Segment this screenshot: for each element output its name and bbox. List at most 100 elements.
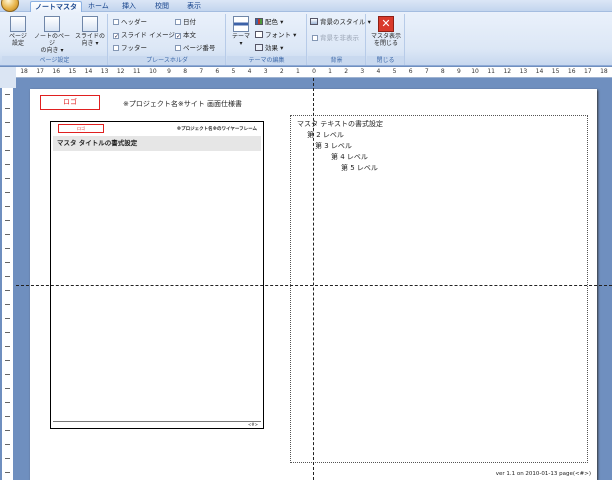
body-checkbox[interactable]: ✓ 本文 bbox=[175, 31, 196, 40]
tab-insert[interactable]: 挿入 bbox=[118, 1, 140, 12]
ruler-corner bbox=[0, 67, 16, 88]
footer-checkbox-label: フッター bbox=[121, 44, 147, 52]
vertical-guide[interactable] bbox=[313, 78, 314, 480]
logo-placeholder[interactable]: ロゴ bbox=[40, 95, 100, 110]
ruler-tick bbox=[5, 444, 10, 445]
ruler-tick-label: 18 bbox=[600, 68, 608, 75]
ruler-tick bbox=[5, 304, 10, 305]
ruler-tick bbox=[5, 220, 10, 221]
close-master-view-button[interactable]: ✕ マスタ表示 を閉じる bbox=[370, 16, 402, 47]
ruler-tick bbox=[5, 416, 10, 417]
slide-title: マスタ タイトルの書式設定 bbox=[53, 136, 261, 151]
page-setup-button[interactable]: ページ 設定 bbox=[4, 16, 32, 47]
ruler-tick-label: 15 bbox=[68, 68, 77, 75]
ruler-tick-label: 13 bbox=[519, 68, 528, 75]
ruler-tick-label: 4 bbox=[247, 68, 252, 75]
group-page-setup: ページ 設定 ノートのページ の向き ▾ スライドの 向き ▾ ページ設定 bbox=[2, 14, 108, 65]
ruler-tick-label: 15 bbox=[551, 68, 560, 75]
effects-button[interactable]: 効果 ▾ bbox=[255, 44, 283, 53]
body-checkbox-label: 本文 bbox=[183, 31, 196, 39]
checkbox-box bbox=[312, 35, 318, 41]
horizontal-guide[interactable] bbox=[16, 285, 612, 286]
ruler-tick-label: 17 bbox=[584, 68, 592, 75]
ruler-tick bbox=[5, 192, 10, 193]
slide-image-checkbox[interactable]: ✓ スライド イメージ bbox=[113, 31, 175, 40]
theme-icon bbox=[233, 16, 249, 32]
ruler-tick-label: 18 bbox=[20, 68, 28, 75]
ruler-tick bbox=[5, 276, 10, 277]
page-number-checkbox[interactable]: ページ番号 bbox=[175, 44, 215, 53]
notes-level-1: マスタ テキストの書式設定 bbox=[297, 120, 384, 128]
checkbox-box bbox=[175, 45, 181, 51]
slide-number: <#> bbox=[247, 422, 258, 427]
ruler-tick-label: 7 bbox=[199, 68, 204, 75]
date-checkbox[interactable]: 日付 bbox=[175, 18, 196, 27]
ruler-tick bbox=[5, 94, 10, 95]
group-placeholders: ヘッダー ✓ スライド イメージ フッター 日付 ✓ 本文 ページ番号 プレースホル… bbox=[109, 14, 226, 65]
close-master-label-1: マスタ表示 bbox=[370, 33, 401, 40]
checkbox-box: ✓ bbox=[175, 33, 182, 40]
ruler-tick-label: 11 bbox=[132, 68, 141, 75]
page-setup-icon bbox=[10, 16, 26, 32]
ruler-tick bbox=[5, 164, 10, 165]
ruler-tick bbox=[5, 374, 10, 375]
ruler-tick-label: 7 bbox=[424, 68, 429, 75]
group-label-background: 背景 bbox=[308, 56, 365, 65]
checkbox-box: ✓ bbox=[113, 33, 120, 40]
notes-body-placeholder[interactable]: マスタ テキストの書式設定 第 2 レベル 第 3 レベル 第 4 レベル 第 … bbox=[290, 115, 588, 463]
slide-image-placeholder[interactable]: ロゴ ※プロジェクト名※のワイヤーフレーム マスタ タイトルの書式設定 <#> bbox=[50, 121, 264, 429]
ruler-tick-label: 3 bbox=[263, 68, 268, 75]
ruler-tick bbox=[5, 332, 10, 333]
ruler-tick-label: 16 bbox=[52, 68, 61, 75]
checkbox-box bbox=[113, 45, 119, 51]
group-background: 背景のスタイル ▾ 背景を非表示 背景 bbox=[308, 14, 371, 65]
ruler-tick-label: 14 bbox=[84, 68, 93, 75]
ruler-tick-label: 17 bbox=[36, 68, 44, 75]
ribbon-tab-bar: ノートマスタ ホーム 挿入 校閲 表示 bbox=[0, 0, 612, 12]
footer-checkbox[interactable]: フッター bbox=[113, 44, 147, 53]
group-label-theme: テーマの編集 bbox=[227, 56, 306, 65]
page-footer[interactable]: ver 1.1 on 2010-01-13 page(<#>) bbox=[496, 471, 591, 477]
ruler-tick bbox=[5, 136, 10, 137]
colors-label: 配色 ▾ bbox=[265, 18, 284, 26]
hide-background-checkbox[interactable]: 背景を非表示 bbox=[312, 34, 359, 43]
header-checkbox[interactable]: ヘッダー bbox=[113, 18, 147, 27]
checkbox-box bbox=[113, 19, 119, 25]
project-title-placeholder[interactable]: ※プロジェクト名※サイト 画面仕様書 bbox=[123, 99, 242, 109]
theme-button-arrow: ▾ bbox=[239, 40, 243, 47]
group-close: ✕ マスタ表示 を閉じる 閉じる bbox=[367, 14, 405, 65]
ruler-tick bbox=[5, 150, 10, 151]
tab-review[interactable]: 校閲 bbox=[151, 1, 173, 12]
ruler-tick-label: 8 bbox=[183, 68, 188, 75]
theme-button[interactable]: テーマ ▾ bbox=[229, 16, 253, 47]
tab-home[interactable]: ホーム bbox=[84, 1, 113, 12]
ruler-tick-label: 12 bbox=[503, 68, 512, 75]
tab-view[interactable]: 表示 bbox=[183, 1, 205, 12]
ruler-tick-label: 16 bbox=[567, 68, 576, 75]
group-label-close: 閉じる bbox=[367, 56, 404, 65]
notes-orientation-label-1: ノートのページ bbox=[33, 33, 70, 47]
ruler-tick-label: 4 bbox=[376, 68, 381, 75]
page-setup-label-1: ページ bbox=[9, 33, 27, 40]
horizontal-ruler[interactable]: 18 17 16 15 14 13 12 11 10 9 8 7 6 5 4 3 2 1 0 1 2 3 4 5 6 7 8 9 10 1… bbox=[16, 67, 612, 78]
font-icon bbox=[255, 31, 263, 38]
vertical-ruler[interactable] bbox=[2, 88, 13, 480]
tab-notes-master[interactable]: ノートマスタ bbox=[30, 1, 82, 12]
slide-divider bbox=[53, 421, 261, 422]
ruler-tick bbox=[5, 402, 10, 403]
ruler-tick-label: 6 bbox=[408, 68, 413, 75]
group-theme-edit: テーマ ▾ 配色 ▾ フォント ▾ 効果 ▾ テーマの編集 bbox=[227, 14, 307, 65]
slide-orientation-button[interactable]: スライドの 向き ▾ bbox=[74, 16, 106, 47]
colors-button[interactable]: 配色 ▾ bbox=[255, 18, 283, 27]
office-button[interactable] bbox=[1, 0, 19, 12]
notes-orientation-button[interactable]: ノートのページ の向き ▾ bbox=[32, 16, 72, 54]
ruler-tick bbox=[5, 318, 10, 319]
ruler-tick bbox=[5, 458, 10, 459]
background-styles-button[interactable]: 背景のスタイル ▾ bbox=[310, 18, 371, 27]
ruler-tick-label: 11 bbox=[487, 68, 495, 75]
fonts-button[interactable]: フォント ▾ bbox=[255, 31, 296, 40]
effects-icon bbox=[255, 44, 263, 51]
slide-orientation-label-1: スライドの bbox=[74, 33, 105, 40]
ruler-tick-label: 13 bbox=[100, 68, 109, 75]
ruler-tick bbox=[5, 430, 10, 431]
